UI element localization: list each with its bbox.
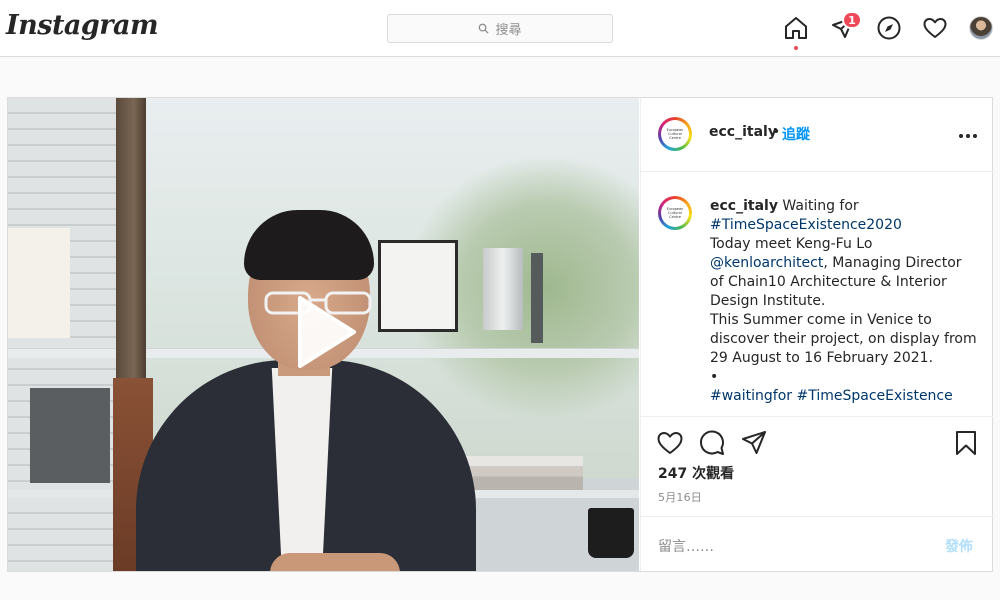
caption-author-avatar[interactable]: European Cultural Centre <box>658 196 692 230</box>
caption-text: Waiting for <box>782 198 859 214</box>
avatar-text-line: Centre <box>669 136 681 140</box>
header-separator: • <box>772 124 781 140</box>
video-frame-object <box>378 240 458 332</box>
author-avatar[interactable]: European Cultural Centre <box>658 117 692 151</box>
post-card: European Cultural Centre ecc_italy • 追蹤 … <box>7 97 993 572</box>
profile-avatar[interactable] <box>969 16 993 40</box>
hashtag-link[interactable]: #TimeSpaceExistence2020 <box>710 216 978 235</box>
more-options-icon[interactable] <box>959 126 979 146</box>
video-mug <box>588 508 634 558</box>
caption-line: ecc_italy Waiting for <box>710 197 978 216</box>
video-vase-dark <box>531 253 543 343</box>
video-vase <box>483 248 523 330</box>
add-comment-bar: 留言…… 發佈 <box>641 516 993 571</box>
video-object <box>8 228 70 338</box>
author-username[interactable]: ecc_italy <box>709 124 777 140</box>
save-bookmark-icon[interactable] <box>952 429 980 457</box>
comment-icon[interactable] <box>698 429 726 457</box>
post-video[interactable] <box>8 98 639 571</box>
caption-text: of Chain10 Architecture & Interior <box>710 274 947 290</box>
caption-line: @kenloarchitect, Managing Director <box>710 254 978 273</box>
post-date[interactable]: 5月16日 <box>658 489 702 505</box>
mention-link[interactable]: @kenloarchitect <box>710 255 823 271</box>
play-icon[interactable] <box>294 294 358 370</box>
home-active-dot <box>794 46 798 50</box>
caption-username[interactable]: ecc_italy <box>710 198 778 214</box>
caption-bullet: • <box>710 369 719 385</box>
caption-text: This Summer come in Venice to <box>710 312 932 328</box>
caption-text: Design Institute. <box>710 293 826 309</box>
caption-text: discover their project, on display from <box>710 331 977 347</box>
video-object-dark <box>30 388 110 483</box>
search-box[interactable]: 搜尋 <box>387 14 613 43</box>
view-count[interactable]: 247 次觀看 <box>658 463 734 483</box>
caption-text: 29 August to 16 February 2021. <box>710 350 934 366</box>
avatar-text-line: Centre <box>669 215 681 219</box>
post-caption: ecc_italy Waiting for #TimeSpaceExistenc… <box>710 197 978 406</box>
video-person-hands <box>270 553 400 571</box>
instagram-logo[interactable]: Instagram <box>6 10 159 41</box>
caption-text: , Managing Director <box>823 255 962 271</box>
caption-area: European Cultural Centre ecc_italy Waiti… <box>641 173 993 416</box>
activity-heart-icon[interactable] <box>922 15 948 41</box>
share-icon[interactable] <box>740 429 768 457</box>
post-header: European Cultural Centre ecc_italy • 追蹤 <box>641 98 993 172</box>
top-nav: Instagram 搜尋 1 <box>0 0 1000 57</box>
post-actions: 247 次觀看 5月16日 <box>641 416 993 516</box>
direct-badge: 1 <box>842 11 862 29</box>
home-icon[interactable] <box>783 15 809 41</box>
explore-icon[interactable] <box>876 15 902 41</box>
follow-button[interactable]: 追蹤 <box>782 124 810 144</box>
search-placeholder: 搜尋 <box>495 23 522 38</box>
video-books <box>463 456 583 490</box>
comment-input[interactable]: 留言…… <box>658 536 714 556</box>
like-heart-icon[interactable] <box>656 429 684 457</box>
search-icon <box>479 23 490 34</box>
caption-text: Today meet Keng-Fu Lo <box>710 236 873 252</box>
post-side-panel: European Cultural Centre ecc_italy • 追蹤 … <box>640 98 993 571</box>
post-comment-button[interactable]: 發佈 <box>945 536 973 556</box>
hashtag-link[interactable]: #waitingfor #TimeSpaceExistence <box>710 387 978 406</box>
